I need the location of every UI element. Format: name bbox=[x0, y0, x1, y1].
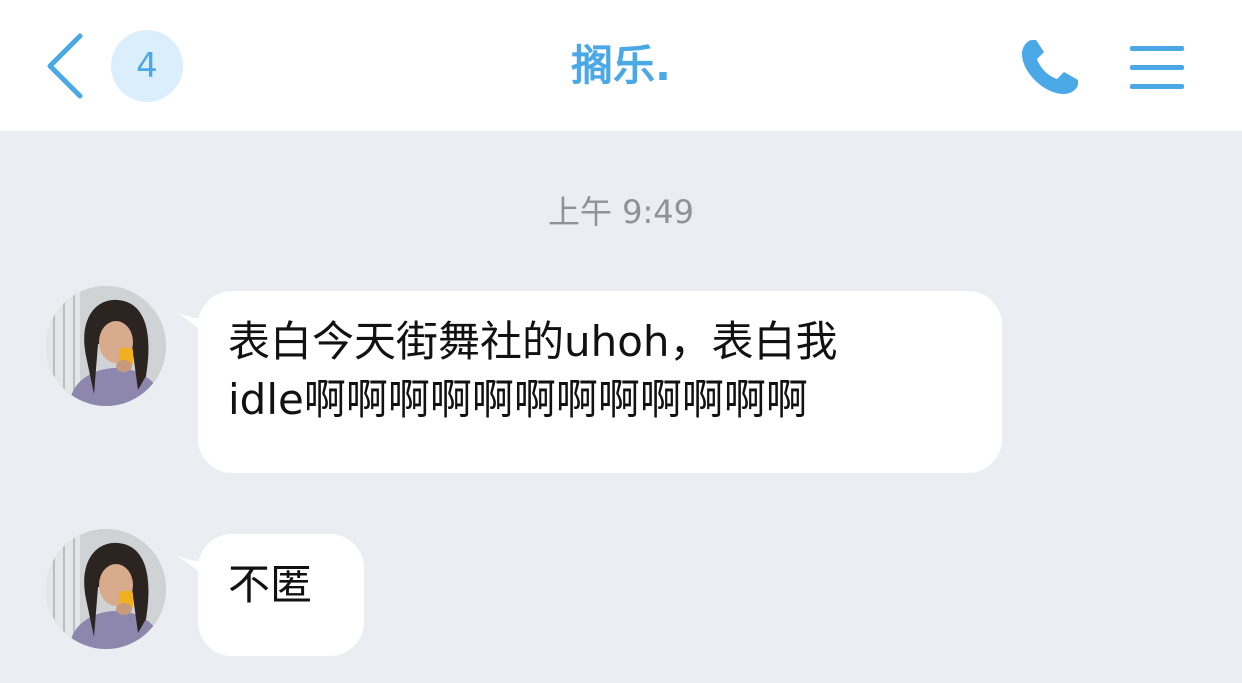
phone-icon[interactable] bbox=[1018, 36, 1082, 98]
message-bubble[interactable]: 不匿 bbox=[198, 534, 364, 656]
chat-header: 4 搁乐. bbox=[0, 0, 1242, 131]
message-text: 不匿 bbox=[228, 560, 313, 609]
message-timestamp: 上午 9:49 bbox=[547, 193, 695, 231]
message-bubble[interactable]: 表白今天街舞社的uhoh，表白我 idle啊啊啊啊啊啊啊啊啊啊啊啊 bbox=[198, 291, 1002, 473]
sender-avatar[interactable] bbox=[46, 529, 166, 649]
avatar-photo bbox=[46, 529, 166, 649]
sender-avatar[interactable] bbox=[46, 286, 166, 406]
message-text: 表白今天街舞社的uhoh，表白我 idle啊啊啊啊啊啊啊啊啊啊啊啊 bbox=[228, 317, 838, 424]
avatar-photo bbox=[46, 286, 166, 406]
menu-icon[interactable] bbox=[1130, 44, 1184, 92]
